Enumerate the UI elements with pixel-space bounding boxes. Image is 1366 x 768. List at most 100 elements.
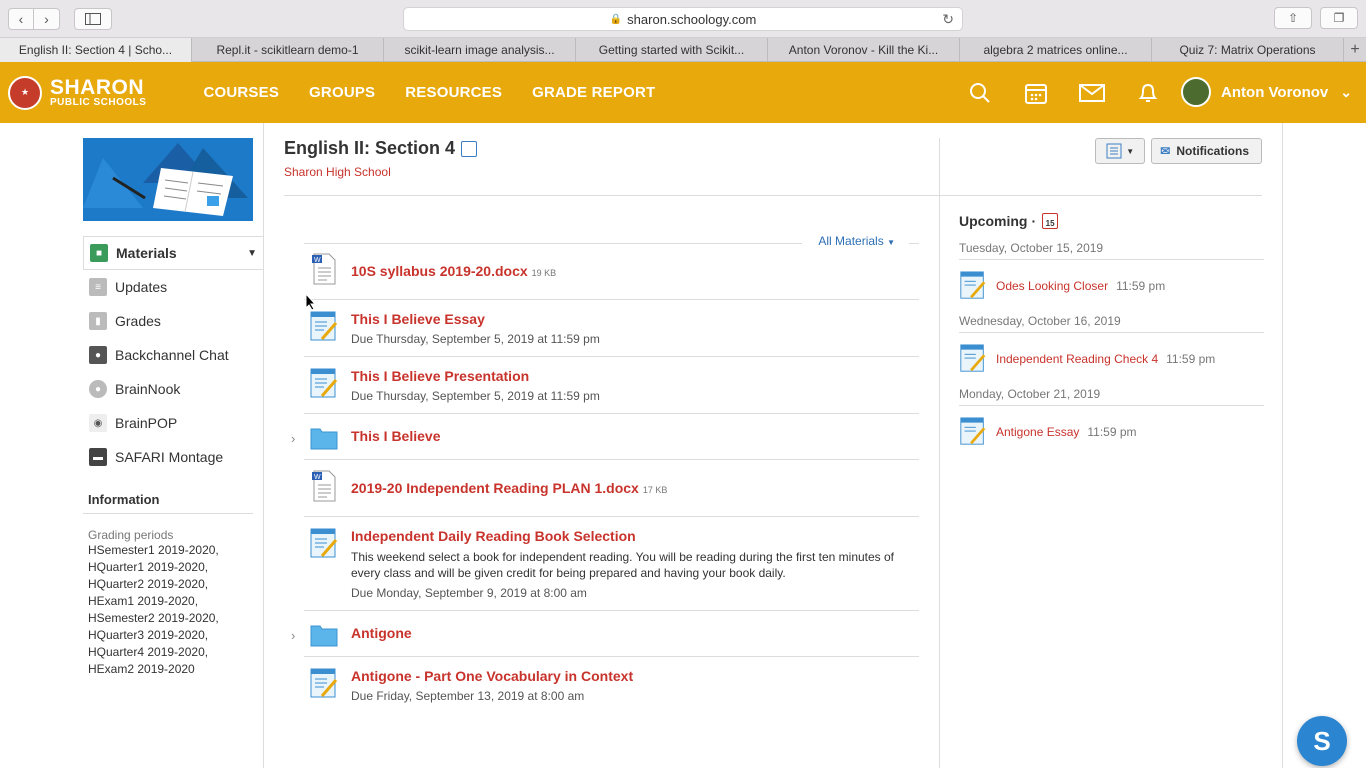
back-button[interactable]: ‹ (8, 7, 34, 30)
brainnook-icon: ● (89, 380, 107, 398)
sidebar-item-label: SAFARI Montage (115, 449, 224, 465)
material-item: W 2019-20 Independent Reading PLAN 1.doc… (304, 460, 919, 517)
sidebar-divider (263, 123, 264, 768)
assignment-icon (310, 368, 338, 398)
material-item: Independent Daily Reading Book Selection… (304, 517, 919, 611)
material-item: Antigone - Part One Vocabulary in Contex… (304, 657, 919, 713)
material-title[interactable]: 10S syllabus 2019-20.docx (351, 263, 528, 279)
material-title[interactable]: This I Believe Presentation (351, 368, 919, 384)
reload-icon[interactable]: ↻ (942, 11, 954, 28)
upcoming-item-link[interactable]: Odes Looking Closer (996, 279, 1108, 293)
folder-icon (310, 625, 338, 647)
grading-period: HExam1 2019-2020, (88, 594, 199, 608)
brainpop-icon: ◉ (89, 414, 107, 432)
chevron-right-icon[interactable]: › (291, 628, 295, 643)
browser-tab[interactable]: Repl.it - scikitlearn demo-1 (192, 38, 384, 62)
caret-down-icon[interactable]: ▼ (247, 248, 257, 259)
sidebar-item-backchannel-chat[interactable]: ● Backchannel Chat (83, 338, 263, 372)
sidebar-item-brainpop[interactable]: ◉ BrainPOP (83, 406, 263, 440)
avatar (1181, 77, 1212, 107)
sidebar-item-label: BrainPOP (115, 415, 178, 431)
upcoming-panel: Upcoming · 15 Tuesday, October 15, 2019 … (939, 138, 1264, 768)
course-illustration (83, 138, 253, 221)
user-menu[interactable]: Anton Voronov ⌄ (1181, 77, 1352, 107)
grading-periods-label: Grading periods (88, 528, 174, 542)
sidebar-item-updates[interactable]: ≡ Updates (83, 270, 263, 304)
sidebar-toggle-button[interactable] (74, 7, 112, 30)
school-seal-icon: ★ (8, 75, 42, 110)
assignment-icon (310, 668, 338, 698)
chevron-left-icon: ‹ (18, 10, 24, 27)
tab-strip: English II: Section 4 | Scho... Repl.it … (0, 38, 1366, 62)
browser-tab[interactable]: English II: Section 4 | Scho... (0, 38, 192, 62)
sidebar-icon (85, 12, 101, 25)
material-title[interactable]: This I Believe Essay (351, 311, 919, 327)
calendar-icon[interactable]: 15 (1042, 213, 1059, 229)
user-name: Anton Voronov (1221, 83, 1329, 101)
tabs-icon: ❐ (1333, 11, 1345, 25)
chevron-right-icon: › (44, 10, 49, 27)
main-nav: COURSES GROUPS RESOURCES GRADE REPORT (203, 84, 655, 101)
course-nav: ■ Materials ▼ ≡ Updates ▮ Grades ● Backc… (83, 236, 263, 474)
svg-text:W: W (314, 474, 321, 481)
browser-tab[interactable]: Getting started with Scikit... (576, 38, 768, 62)
due-date: Due Friday, September 13, 2019 at 8:00 a… (351, 689, 585, 703)
upcoming-title: Upcoming (959, 213, 1028, 229)
address-bar[interactable]: 🔒 sharon.schoology.com ↻ (403, 7, 963, 31)
upcoming-item-time: 11:59 pm (1087, 424, 1137, 439)
share-button[interactable]: ⇧ (1274, 7, 1312, 29)
sidebar-item-brainnook[interactable]: ● BrainNook (83, 372, 263, 406)
assignment-icon (960, 270, 986, 299)
grading-period: HSemester1 2019-2020, (88, 543, 219, 557)
course-title-text: English II: Section 4 (284, 138, 456, 158)
sidebar-item-grades[interactable]: ▮ Grades (83, 304, 263, 338)
upcoming-item-time: 11:59 pm (1116, 278, 1166, 293)
school-logo[interactable]: ★ SHARON PUBLIC SCHOOLS (8, 75, 147, 110)
browser-tab[interactable]: algebra 2 matrices online... (960, 38, 1152, 62)
updates-icon: ≡ (89, 278, 107, 296)
schoology-help-button[interactable]: S (1297, 716, 1347, 766)
folder-title[interactable]: This I Believe (351, 428, 919, 444)
separator-dot: · (1031, 213, 1037, 229)
sidebar-item-label: Materials (116, 245, 177, 261)
search-icon[interactable] (967, 80, 993, 106)
logo-line2: PUBLIC SCHOOLS (50, 97, 147, 108)
nav-resources[interactable]: RESOURCES (405, 84, 502, 101)
new-tab-button[interactable]: + (1344, 38, 1366, 61)
content-area: ■ Materials ▼ ≡ Updates ▮ Grades ● Backc… (0, 123, 1366, 768)
upcoming-item-link[interactable]: Independent Reading Check 4 (996, 352, 1158, 366)
assignment-icon (960, 416, 986, 445)
upcoming-item-link[interactable]: Antigone Essay (996, 425, 1079, 439)
browser-tab[interactable]: Anton Voronov - Kill the Ki... (768, 38, 960, 62)
mail-icon[interactable] (1079, 80, 1105, 106)
upcoming-heading: Upcoming · 15 (959, 213, 1264, 229)
word-document-icon: W (312, 253, 336, 285)
grading-periods-list: HSemester1 2019-2020, HQuarter1 2019-202… (83, 542, 263, 678)
app-header: ★ SHARON PUBLIC SCHOOLS COURSES GROUPS R… (0, 62, 1366, 123)
material-item: › This I Believe (291, 414, 919, 460)
grading-period: HQuarter1 2019-2020, (88, 560, 209, 574)
material-title[interactable]: 2019-20 Independent Reading PLAN 1.docx (351, 480, 639, 496)
sidebar-item-safari-montage[interactable]: ▬ SAFARI Montage (83, 440, 263, 474)
due-date: Due Thursday, September 5, 2019 at 11:59… (351, 389, 600, 403)
sidebar-item-materials[interactable]: ■ Materials ▼ (83, 236, 263, 270)
calendar-icon[interactable] (1023, 80, 1049, 106)
bell-icon[interactable] (1135, 80, 1161, 106)
share-icon: ⇧ (1287, 11, 1299, 25)
upcoming-item: Odes Looking Closer 11:59 pm (959, 260, 1264, 302)
material-title[interactable]: Independent Daily Reading Book Selection (351, 528, 919, 544)
nav-groups[interactable]: GROUPS (309, 84, 375, 101)
nav-courses[interactable]: COURSES (203, 84, 279, 101)
chevron-right-icon[interactable]: › (291, 431, 295, 446)
tabs-overview-button[interactable]: ❐ (1320, 7, 1358, 29)
browser-tab[interactable]: scikit-learn image analysis... (384, 38, 576, 62)
nav-grade-report[interactable]: GRADE REPORT (532, 84, 655, 101)
browser-tab[interactable]: Quiz 7: Matrix Operations (1152, 38, 1344, 62)
forward-button[interactable]: › (34, 7, 60, 30)
mouse-cursor-icon (305, 293, 317, 311)
file-size: 17 KB (642, 485, 668, 495)
material-title[interactable]: Antigone - Part One Vocabulary in Contex… (351, 668, 919, 684)
assignment-icon (310, 311, 338, 341)
content-right-border (1282, 123, 1283, 768)
folder-title[interactable]: Antigone (351, 625, 919, 641)
